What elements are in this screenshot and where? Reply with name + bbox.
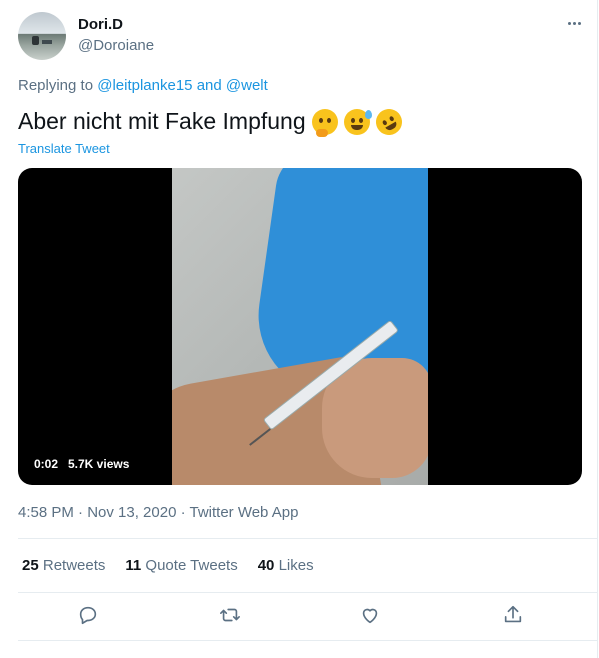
retweet-icon[interactable] [219,604,241,626]
more-options-icon[interactable] [563,14,585,32]
divider [18,538,598,539]
tweet-card: Dori.D @Doroiane Replying to @leitplanke… [0,0,598,658]
reply-icon[interactable] [77,604,99,626]
like-heart-icon[interactable] [359,604,381,626]
avatar[interactable] [18,12,66,60]
reply-user-link[interactable]: @welt [226,77,268,94]
author-name[interactable]: Dori.D [78,16,123,33]
rofl-icon [370,103,407,140]
video-views: 5.7K views [68,457,130,471]
replying-to-label: Replying to [18,77,94,94]
video-frame [172,168,428,485]
replying-to: Replying to @leitplanke15 and @welt [18,77,268,94]
likes-stat[interactable]: 40 Likes [258,557,314,574]
tweet-text-content: Aber nicht mit Fake Impfung [18,108,306,134]
author-handle[interactable]: @Doroiane [78,37,154,54]
tweet-meta[interactable]: 4:58 PM · Nov 13, 2020 · Twitter Web App [18,504,298,521]
translate-tweet-link[interactable]: Translate Tweet [18,141,110,156]
quote-tweets-stat[interactable]: 11 Quote Tweets [125,557,237,574]
thinking-face-icon [311,108,338,137]
share-icon[interactable] [502,604,524,626]
grinning-sweat-icon [343,108,372,135]
retweets-stat[interactable]: 25 Retweets [22,557,105,574]
tweet-actions [18,600,582,630]
reply-user-link[interactable]: @leitplanke15 [97,77,192,94]
tweet-text: Aber nicht mit Fake Impfung [18,103,407,140]
tweet-stats: 25 Retweets 11 Quote Tweets 40 Likes [22,557,314,574]
divider [18,640,598,641]
divider [18,592,598,593]
reply-and-label: and [196,77,222,94]
video-player[interactable]: 0:02 5.7K views [18,168,582,485]
video-time: 0:02 [34,457,59,471]
